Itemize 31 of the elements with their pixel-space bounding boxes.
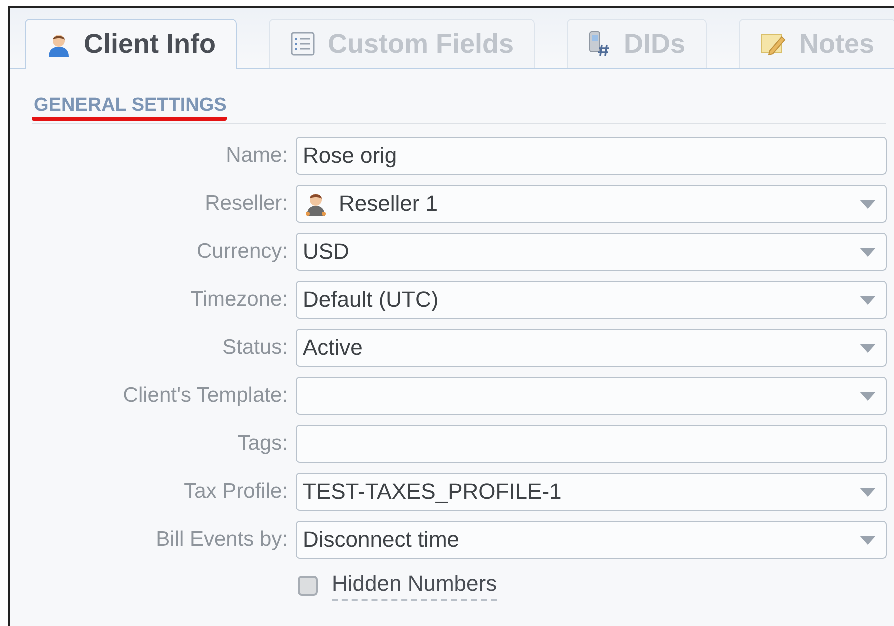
checkbox[interactable] <box>298 576 318 596</box>
field-label: Status: <box>222 336 288 360</box>
field-label: Bill Events by: <box>155 528 288 552</box>
dropdown-field[interactable]: TEST-TAXES_PROFILE-1 <box>296 473 887 511</box>
dropdown-field[interactable]: Active <box>296 329 887 367</box>
tab[interactable]: Client Info <box>25 19 237 69</box>
dropdown-caret-icon <box>860 392 876 400</box>
field-label: Client's Template: <box>122 384 288 408</box>
field-label: Timezone: <box>190 288 288 312</box>
dropdown-caret-icon <box>860 536 876 544</box>
dropdown-caret-icon <box>860 296 876 304</box>
dropdown-caret-icon <box>860 248 876 256</box>
dropdown-field[interactable] <box>296 377 887 415</box>
dropdown-caret-icon <box>860 200 876 208</box>
section-title: GENERAL SETTINGS <box>32 95 227 121</box>
field-label: Tags: <box>236 432 288 456</box>
text-field[interactable]: Rose orig <box>296 137 887 175</box>
field-label: Currency: <box>196 240 288 264</box>
dropdown-field[interactable]: Default (UTC) <box>296 281 887 319</box>
field-label: Name: <box>225 144 288 168</box>
field-label: Tax Profile: <box>183 480 288 504</box>
dropdown-field[interactable]: USD <box>296 233 887 271</box>
dropdown-field[interactable]: Reseller 1 <box>296 185 887 223</box>
list-icon <box>290 31 316 57</box>
dropdown-caret-icon <box>860 344 876 352</box>
checkbox-label[interactable]: Hidden Numbers <box>332 571 498 601</box>
dropdown-caret-icon <box>860 488 876 496</box>
user-icon <box>303 191 329 217</box>
dropdown-field[interactable]: Disconnect time <box>296 521 887 559</box>
field-label: Reseller: <box>204 192 288 216</box>
text-field[interactable] <box>296 425 887 463</box>
